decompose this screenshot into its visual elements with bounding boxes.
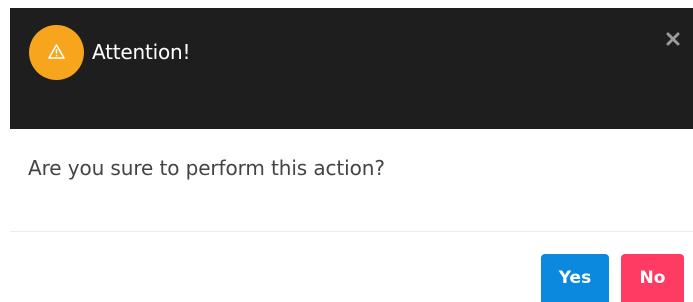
warning-triangle-icon <box>48 44 65 59</box>
dialog-header: Attention! <box>10 8 693 129</box>
dialog-message: Are you sure to perform this action? <box>28 156 385 180</box>
close-button[interactable] <box>662 28 684 50</box>
dialog-body: Are you sure to perform this action? <box>10 129 693 231</box>
footer-divider <box>10 231 693 232</box>
yes-button[interactable]: Yes <box>541 254 609 302</box>
no-button[interactable]: No <box>621 254 684 302</box>
confirmation-dialog: Attention! Are you sure to perform this … <box>10 8 693 302</box>
warning-badge <box>29 25 84 80</box>
dialog-title: Attention! <box>92 40 191 64</box>
close-icon[interactable] <box>666 32 680 46</box>
